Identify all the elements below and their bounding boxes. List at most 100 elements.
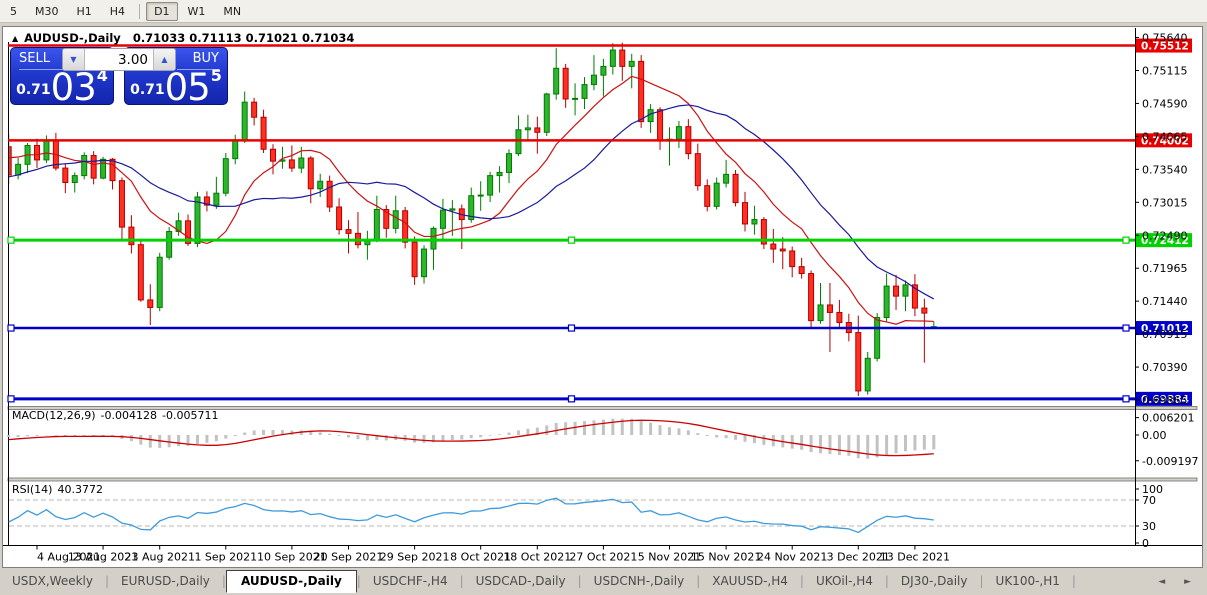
price-tick-label: 0.71440 bbox=[1142, 295, 1188, 308]
price-tick-label: 0.72490 bbox=[1142, 229, 1188, 242]
volume-decrease-button[interactable]: ▼ bbox=[63, 49, 85, 70]
candle-body bbox=[34, 144, 40, 161]
candle-body bbox=[619, 49, 626, 67]
date-tick-label: 8 Oct 2021 bbox=[450, 551, 511, 564]
candle-body bbox=[893, 285, 900, 297]
date-tick-label: 13 Dec 2021 bbox=[880, 551, 950, 564]
candle-body bbox=[647, 109, 654, 123]
symbol-period-label: AUDUSD-,Daily bbox=[24, 31, 121, 45]
candle-body bbox=[657, 109, 664, 142]
one-click-panel-toggle-icon[interactable]: ▲ bbox=[12, 34, 18, 43]
candle-body bbox=[15, 163, 22, 176]
level-handle[interactable] bbox=[1122, 395, 1130, 403]
level-handle[interactable] bbox=[1122, 324, 1130, 332]
date-tick-label: 18 Oct 2021 bbox=[503, 551, 571, 564]
candle-body bbox=[826, 304, 833, 313]
level-handle[interactable] bbox=[567, 395, 576, 403]
candle-body bbox=[902, 284, 909, 297]
candle-body bbox=[477, 194, 484, 197]
candle-body bbox=[90, 155, 97, 179]
candle-body bbox=[808, 273, 815, 322]
macd-signal-value: -0.005711 bbox=[162, 409, 219, 422]
price-tick-label: 0.69865 bbox=[1142, 394, 1188, 407]
date-tick-label: 29 Sep 2021 bbox=[380, 551, 450, 564]
volume-stepper: ▼ 3.00 ▲ bbox=[62, 48, 176, 71]
candle-body bbox=[723, 173, 730, 184]
candle-body bbox=[449, 208, 456, 211]
candle-body bbox=[562, 67, 569, 100]
candle-body bbox=[147, 299, 154, 308]
rsi-tick-label: 70 bbox=[1142, 494, 1156, 507]
candle-body bbox=[704, 185, 711, 207]
candle-body bbox=[506, 153, 512, 173]
candle-body bbox=[251, 101, 258, 118]
candle-body bbox=[590, 74, 597, 86]
sell-price-prefix: 0.71 bbox=[16, 82, 51, 98]
rsi-tick-label: 0 bbox=[1142, 537, 1149, 550]
candle-body bbox=[742, 202, 748, 225]
candle-body bbox=[487, 175, 494, 196]
date-tick-label: 27 Oct 2021 bbox=[569, 551, 637, 564]
level-handle[interactable] bbox=[7, 236, 15, 244]
mt4-terminal: 5 M30 H1 H4 D1 W1 MN 0.75512 0.74002 0.72412 0.71… bbox=[0, 0, 1207, 595]
rsi-name: RSI(14) bbox=[12, 483, 53, 496]
date-axis: 4 Aug 202113 Aug 202123 Aug 2021 1 Sep 20… bbox=[36, 545, 950, 564]
volume-input[interactable]: 3.00 bbox=[85, 49, 153, 70]
candle-body bbox=[609, 49, 616, 67]
candle-body bbox=[213, 192, 220, 206]
level-handle[interactable] bbox=[1122, 236, 1130, 244]
candle-body bbox=[62, 167, 69, 184]
rsi-value: 40.3772 bbox=[57, 483, 103, 496]
level-handle[interactable] bbox=[567, 324, 576, 332]
rsi-axis: 10070300 bbox=[1135, 483, 1163, 550]
macd-tick-label: 0.00 bbox=[1142, 429, 1167, 442]
sell-price-big: 03 bbox=[50, 65, 97, 109]
candle-body bbox=[855, 332, 862, 392]
buy-price-sup: 5 bbox=[210, 66, 222, 85]
candle-body bbox=[836, 311, 843, 324]
chart-title-bar: ▲ AUDUSD-,Daily 0.71033 0.71113 0.71021 0… bbox=[12, 31, 354, 45]
candle-body bbox=[345, 229, 352, 234]
candle-body bbox=[798, 266, 805, 275]
buy-price: 0.71 05 5 bbox=[125, 66, 227, 106]
sell-price: 0.71 03 4 bbox=[11, 65, 113, 109]
macd-indicator-label: MACD(12,26,9) -0.004128 -0.005711 bbox=[12, 409, 223, 422]
candle-body bbox=[411, 241, 418, 278]
candle-body bbox=[581, 84, 588, 99]
candle-body bbox=[864, 357, 871, 392]
candle-body bbox=[222, 158, 229, 194]
one-click-trading-panel: SELL 0.71 03 4 BUY 0.71 05 5 ▼ 3.00 ▲ bbox=[10, 47, 228, 109]
candle-body bbox=[543, 93, 550, 133]
candle-body bbox=[789, 250, 796, 268]
candle-body bbox=[270, 148, 276, 162]
rsi-indicator-label: RSI(14) 40.3772 bbox=[12, 483, 108, 496]
level-handle[interactable] bbox=[7, 395, 15, 403]
candle-body bbox=[288, 159, 295, 169]
rsi-line bbox=[8, 497, 934, 534]
candle-body bbox=[874, 316, 881, 359]
candle-body bbox=[628, 60, 635, 67]
macd-axis: 0.006201 0.00 -0.009197 bbox=[1135, 412, 1198, 468]
candle-body bbox=[751, 219, 758, 225]
candle-body bbox=[770, 243, 777, 250]
candle-body bbox=[675, 126, 682, 140]
candle-body bbox=[553, 67, 560, 95]
macd-tick-label: 0.006201 bbox=[1142, 412, 1195, 425]
candle-body bbox=[298, 157, 305, 169]
level-handle[interactable] bbox=[567, 236, 576, 244]
candle-body bbox=[156, 256, 163, 308]
buy-price-prefix: 0.71 bbox=[130, 82, 165, 98]
rsi-tick-label: 30 bbox=[1142, 520, 1156, 533]
price-tick-label: 0.73540 bbox=[1142, 163, 1188, 176]
date-tick-label: 24 Nov 2021 bbox=[757, 551, 827, 564]
candle-body bbox=[336, 206, 343, 231]
macd-main-value: -0.004128 bbox=[100, 409, 158, 422]
candle-body bbox=[392, 210, 399, 229]
price-tick-label: 0.74590 bbox=[1142, 97, 1188, 110]
candle-body bbox=[883, 285, 890, 318]
candle-body bbox=[402, 210, 409, 243]
volume-increase-button[interactable]: ▲ bbox=[153, 49, 175, 70]
level-handle[interactable] bbox=[7, 324, 15, 332]
candle-body bbox=[600, 65, 607, 76]
candle-body bbox=[373, 209, 380, 241]
